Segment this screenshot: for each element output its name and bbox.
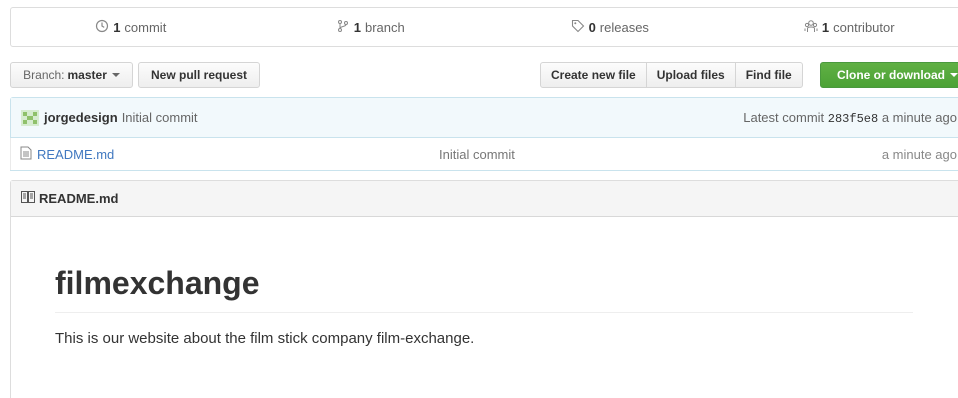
upload-files-button[interactable]: Upload files [645, 62, 736, 88]
file-list: jorgedesign Initial commit Latest commit… [10, 97, 958, 171]
releases-link[interactable]: 0 releases [490, 8, 730, 46]
readme-title: filmexchange [55, 265, 913, 313]
clone-download-button[interactable]: Clone or download [820, 62, 958, 88]
releases-label: releases [599, 19, 649, 35]
new-pull-request-button[interactable]: New pull request [138, 62, 260, 88]
branch-icon [336, 19, 350, 36]
branches-link[interactable]: 1 branch [251, 8, 491, 46]
caret-down-icon [111, 73, 120, 77]
releases-count: 0 [588, 19, 596, 35]
file-row: README.md Initial commit a minute ago [10, 138, 958, 170]
organization-icon [804, 19, 818, 36]
clone-label: Clone or download [837, 68, 945, 82]
latest-commit-info: Latest commit 283f5e8 a minute ago [743, 110, 957, 126]
book-icon [21, 191, 39, 206]
commit-author-link[interactable]: jorgedesign [44, 110, 118, 125]
branches-count: 1 [353, 19, 361, 35]
contributors-count: 1 [821, 19, 830, 35]
branches-label: branch [364, 19, 405, 35]
latest-commit-label: Latest commit [743, 109, 825, 125]
file-name-link[interactable]: README.md [37, 147, 114, 162]
commit-age: a minute ago [881, 109, 957, 125]
tag-icon [571, 19, 585, 36]
file-navigation: Branch: master New pull request Create n… [10, 62, 958, 88]
readme-paragraph: This is our website about the film stick… [55, 329, 475, 347]
create-new-file-button[interactable]: Create new file [540, 62, 647, 88]
readme-container: README.md filmexchange This is our websi… [10, 180, 958, 398]
commits-label: commit [124, 19, 167, 35]
user-avatar-icon[interactable] [21, 109, 39, 126]
caret-down-icon [950, 73, 958, 77]
readme-body: filmexchange This is our website about t… [11, 217, 958, 347]
commit-message-link[interactable]: Initial commit [122, 110, 198, 125]
file-age: a minute ago [881, 146, 957, 162]
commits-link[interactable]: 1 commit [11, 8, 251, 46]
file-icon [20, 146, 32, 163]
repo-summary: 1 commit 1 branch 0 releases 1 contribut… [10, 7, 958, 47]
file-actions-group: Create new file Upload files Find file [540, 62, 803, 88]
find-file-button[interactable]: Find file [734, 62, 803, 88]
branch-name: master [67, 68, 107, 82]
commit-sha-link[interactable]: 283f5e8 [828, 112, 878, 126]
contributors-link[interactable]: 1 contributor [730, 8, 958, 46]
file-commit-message-link[interactable]: Initial commit [439, 147, 515, 162]
commits-count: 1 [113, 19, 121, 35]
readme-header-title: README.md [39, 191, 119, 206]
branch-prefix: Branch: [23, 68, 65, 82]
contributors-label: contributor [833, 19, 895, 35]
branch-select-button[interactable]: Branch: master [10, 62, 133, 88]
commit-tease: jorgedesign Initial commit Latest commit… [11, 98, 958, 138]
commit-icon [95, 19, 109, 36]
readme-header: README.md [11, 181, 958, 217]
